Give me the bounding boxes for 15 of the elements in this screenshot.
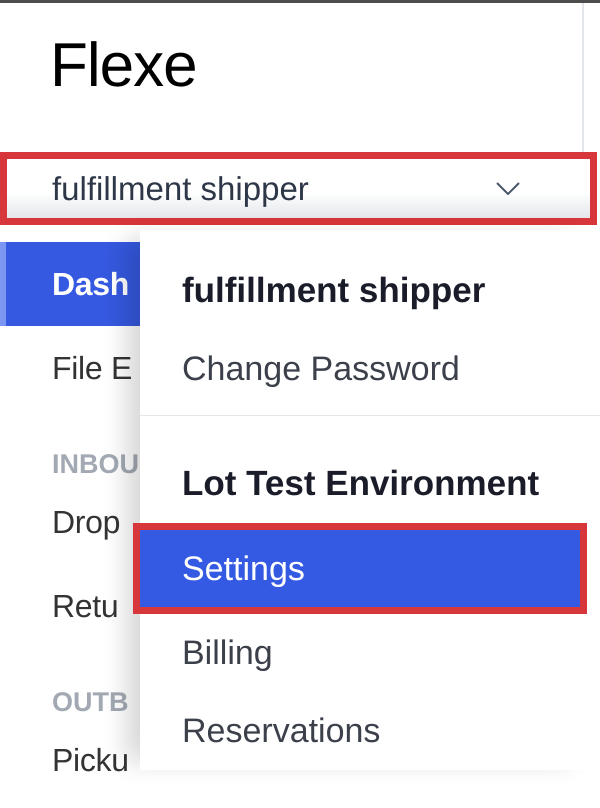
menu-heading: fulfillment shipper <box>182 272 486 308</box>
nav-link[interactable]: Dash <box>0 242 140 326</box>
menu-item[interactable]: Billing <box>140 614 600 692</box>
menu-heading: Lot Test Environment <box>182 466 540 500</box>
logo: Flexe <box>50 35 197 97</box>
nav-section-heading: INBOU <box>52 451 139 478</box>
menu-item[interactable]: Change Password <box>140 330 600 408</box>
nav-section-heading: OUTB <box>52 689 128 716</box>
nav-link[interactable]: File E <box>0 326 133 410</box>
menu-item[interactable]: Settings <box>140 530 580 607</box>
nav-link[interactable]: Retu <box>0 564 133 648</box>
chevron-down-icon <box>496 182 520 195</box>
menu-item[interactable]: Reservations <box>140 692 600 770</box>
nav-link[interactable]: Picku <box>0 718 133 802</box>
nav-link[interactable]: Drop <box>0 480 133 564</box>
